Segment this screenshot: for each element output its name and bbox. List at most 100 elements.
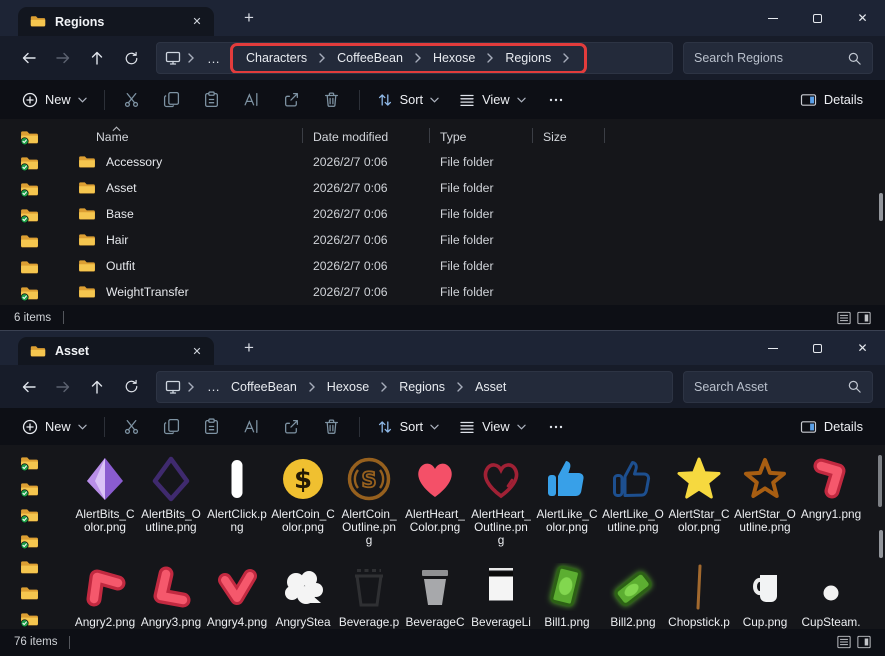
file-tile[interactable]: AngryStea [270,559,336,629]
file-tile[interactable]: AlertBits_Outline.png [138,451,204,559]
new-tab-button[interactable]: + [236,336,262,360]
more-options-button[interactable] [536,412,576,442]
breadcrumb-hexose[interactable]: Hexose [428,51,480,65]
file-row[interactable]: WeightTransfer 2026/2/7 0:06 File folder [58,279,885,305]
sidebar-folder[interactable] [18,611,40,628]
file-tile[interactable]: AlertBits_Color.png [72,451,138,559]
breadcrumb-asset[interactable]: Asset [470,380,511,394]
paste-button[interactable] [192,85,232,115]
file-tile[interactable]: AlertStar_Color.png [666,451,732,559]
search-input[interactable] [694,380,847,394]
sidebar-folder[interactable] [18,481,40,498]
column-header-type[interactable]: Type [430,121,533,149]
title-bar[interactable]: Regions ✕ + ✕ [0,0,885,36]
file-tile[interactable]: AlertLike_Outline.png [600,451,666,559]
new-tab-button[interactable]: + [236,6,262,30]
share-button[interactable] [272,412,312,442]
maximize-button[interactable] [795,0,840,36]
rename-button[interactable] [232,412,272,442]
back-button[interactable] [12,43,46,73]
more-options-button[interactable] [536,85,576,115]
cut-button[interactable] [112,412,152,442]
breadcrumb-hexose[interactable]: Hexose [322,380,374,394]
forward-button[interactable] [46,372,80,402]
sidebar-folder[interactable] [18,285,40,302]
file-tile[interactable]: Angry4.png [204,559,270,629]
breadcrumb-regions[interactable]: Regions [500,51,556,65]
column-header-size[interactable]: Size [533,121,605,149]
file-row[interactable]: Accessory 2026/2/7 0:06 File folder [58,149,885,175]
file-row[interactable]: Hair 2026/2/7 0:06 File folder [58,227,885,253]
sidebar-scrollbar[interactable] [879,530,883,558]
minimize-button[interactable] [750,0,795,36]
breadcrumb-regions[interactable]: Regions [394,380,450,394]
copy-button[interactable] [152,85,192,115]
minimize-button[interactable] [750,331,795,365]
file-tile[interactable]: BeverageLi [468,559,534,629]
file-row[interactable]: Asset 2026/2/7 0:06 File folder [58,175,885,201]
sidebar-folder[interactable] [18,559,40,576]
refresh-button[interactable] [114,43,148,73]
sidebar-folder[interactable] [18,259,40,276]
details-pane-button[interactable]: Details [790,85,873,115]
chevron-right-icon[interactable] [563,53,569,63]
sidebar-scrollbar[interactable] [879,193,883,221]
file-tile[interactable]: AlertHeart_Outline.png [468,451,534,559]
new-button[interactable]: New [12,412,97,442]
delete-button[interactable] [312,412,352,442]
share-button[interactable] [272,85,312,115]
close-button[interactable]: ✕ [840,0,885,36]
sidebar-folder[interactable] [18,181,40,198]
file-tile[interactable]: AlertHeart_Color.png [402,451,468,559]
file-tile[interactable]: Chopstick.p [666,559,732,629]
delete-button[interactable] [312,85,352,115]
copy-button[interactable] [152,412,192,442]
sidebar-folder[interactable] [18,533,40,550]
sort-button[interactable]: Sort [367,85,449,115]
paste-button[interactable] [192,412,232,442]
refresh-button[interactable] [114,372,148,402]
sidebar-folder[interactable] [18,207,40,224]
file-tile[interactable]: S AlertCoin_Outline.png [336,451,402,559]
tab-close-icon[interactable]: ✕ [188,342,206,360]
breadcrumb-coffeebean[interactable]: CoffeeBean [332,51,408,65]
sort-button[interactable]: Sort [367,412,449,442]
file-row[interactable]: Outfit 2026/2/7 0:06 File folder [58,253,885,279]
new-button[interactable]: New [12,85,97,115]
collapsed-path-ellipsis[interactable]: … [207,379,220,394]
rename-button[interactable] [232,85,272,115]
back-button[interactable] [12,372,46,402]
details-view-toggle[interactable] [837,635,851,649]
cut-button[interactable] [112,85,152,115]
sidebar-folder[interactable] [18,507,40,524]
column-header-name[interactable]: Name [58,121,303,149]
tab-regions[interactable]: Regions ✕ [18,7,214,36]
file-tile[interactable]: Angry3.png [138,559,204,629]
file-tile[interactable]: $ AlertCoin_Color.png [270,451,336,559]
breadcrumb-characters[interactable]: Characters [241,51,312,65]
file-tile[interactable]: Bill1.png [534,559,600,629]
file-tile[interactable]: AlertClick.png [204,451,270,559]
forward-button[interactable] [46,43,80,73]
tab-close-icon[interactable]: ✕ [188,13,206,31]
view-button[interactable]: View [449,412,536,442]
sidebar-folder[interactable] [18,585,40,602]
search-box[interactable] [683,371,873,403]
up-button[interactable] [80,43,114,73]
file-tile[interactable]: BeverageC [402,559,468,629]
close-button[interactable]: ✕ [840,331,885,365]
file-tile[interactable]: Beverage.p [336,559,402,629]
details-pane-button[interactable]: Details [790,412,873,442]
column-header-date[interactable]: Date modified [303,121,430,149]
address-field[interactable]: … CoffeeBean Hexose Regions Asset [156,371,673,403]
file-tile[interactable]: AlertLike_Color.png [534,451,600,559]
file-tile[interactable]: Angry1.png [798,451,864,559]
file-tile[interactable]: Bill2.png [600,559,666,629]
file-tile[interactable]: Cup.png [732,559,798,629]
up-button[interactable] [80,372,114,402]
file-row[interactable]: Base 2026/2/7 0:06 File folder [58,201,885,227]
sidebar-folder[interactable] [18,155,40,172]
sidebar-folder[interactable] [18,129,40,146]
collapsed-path-ellipsis[interactable]: … [207,51,220,66]
breadcrumb-coffeebean[interactable]: CoffeeBean [226,380,302,394]
